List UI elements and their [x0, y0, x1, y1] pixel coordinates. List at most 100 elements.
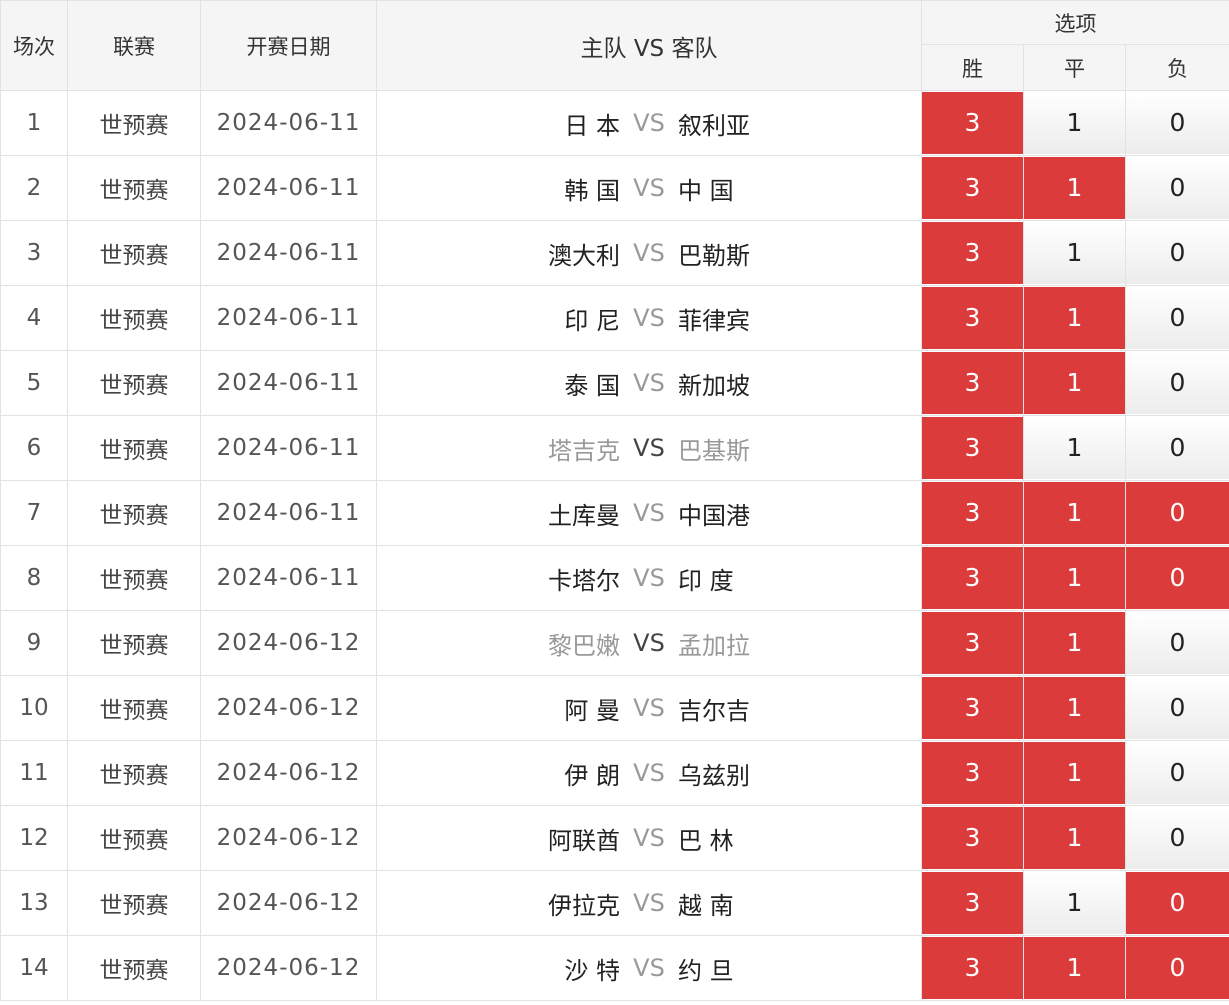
option-draw-button[interactable]: 1: [1024, 352, 1125, 414]
league-name: 世预赛: [67, 805, 201, 871]
match-cell: 土库曼 VS 中国港: [376, 480, 922, 546]
match-cell: 伊拉克 VS 越 南: [376, 870, 922, 936]
option-lose-cell: 0: [1124, 285, 1229, 351]
table-row: 3 世预赛 2024-06-11 澳大利 VS 巴勒斯 3 1 0: [0, 220, 1229, 286]
option-draw-button[interactable]: 1: [1024, 482, 1125, 544]
match-date: 2024-06-12: [200, 805, 377, 871]
option-win-button[interactable]: 3: [922, 807, 1023, 869]
option-draw-button[interactable]: 1: [1024, 872, 1125, 934]
option-win-button[interactable]: 3: [922, 937, 1023, 999]
option-win-button[interactable]: 3: [922, 612, 1023, 674]
header-round: 场次: [0, 0, 68, 91]
round-number: 7: [0, 480, 68, 546]
home-team: 阿联酋: [548, 826, 620, 855]
option-draw-cell: 1: [1023, 545, 1126, 611]
option-draw-button[interactable]: 1: [1024, 547, 1125, 609]
round-number: 6: [0, 415, 68, 481]
option-win-button[interactable]: 3: [922, 222, 1023, 284]
option-win-button[interactable]: 3: [922, 742, 1023, 804]
match-cell: 韩 国 VS 中 国: [376, 155, 922, 221]
option-lose-button[interactable]: 0: [1126, 222, 1229, 284]
option-win-button[interactable]: 3: [922, 157, 1023, 219]
option-draw-button[interactable]: 1: [1024, 157, 1125, 219]
match-date: 2024-06-11: [200, 350, 377, 416]
round-number: 14: [0, 935, 68, 1001]
option-lose-button[interactable]: 0: [1126, 872, 1229, 934]
option-draw-button[interactable]: 1: [1024, 287, 1125, 349]
option-lose-button[interactable]: 0: [1126, 417, 1229, 479]
option-lose-button[interactable]: 0: [1126, 352, 1229, 414]
option-win-cell: 3: [921, 285, 1024, 351]
option-lose-cell: 0: [1124, 155, 1229, 221]
round-number: 11: [0, 740, 68, 806]
vs-label: VS: [633, 954, 665, 982]
table-row: 6 世预赛 2024-06-11 塔吉克 VS 巴基斯 3 1 0: [0, 415, 1229, 481]
option-lose-button[interactable]: 0: [1126, 807, 1229, 869]
header-options: 选项: [920, 0, 1229, 45]
option-win-cell: 3: [921, 610, 1024, 676]
option-draw-button[interactable]: 1: [1024, 742, 1125, 804]
option-win-button[interactable]: 3: [922, 352, 1023, 414]
away-team: 约 旦: [678, 956, 734, 985]
option-win-cell: 3: [921, 545, 1024, 611]
option-draw-cell: 1: [1023, 675, 1126, 741]
match-date: 2024-06-11: [200, 285, 377, 351]
match-cell: 伊 朗 VS 乌兹别: [376, 740, 922, 806]
option-win-button[interactable]: 3: [922, 872, 1023, 934]
option-draw-button[interactable]: 1: [1024, 92, 1125, 154]
option-draw-cell: 1: [1023, 90, 1126, 156]
match-cell: 阿 曼 VS 吉尔吉: [376, 675, 922, 741]
option-draw-cell: 1: [1023, 805, 1126, 871]
option-draw-button[interactable]: 1: [1024, 807, 1125, 869]
vs-label: VS: [633, 629, 665, 657]
option-win-cell: 3: [921, 805, 1024, 871]
match-date: 2024-06-11: [200, 155, 377, 221]
table-row: 8 世预赛 2024-06-11 卡塔尔 VS 印 度 310: [0, 545, 1229, 611]
option-lose-button[interactable]: 0: [1126, 92, 1229, 154]
round-number: 2: [0, 155, 68, 221]
option-lose-button[interactable]: 0: [1126, 482, 1229, 544]
option-win-button[interactable]: 3: [922, 547, 1023, 609]
option-draw-cell: 1: [1023, 415, 1126, 481]
away-team: 新加坡: [678, 371, 750, 400]
option-lose-button[interactable]: 0: [1126, 677, 1229, 739]
league-name: 世预赛: [67, 350, 201, 416]
option-lose-button[interactable]: 0: [1126, 937, 1229, 999]
away-team: 巴基斯: [678, 436, 750, 465]
league-name: 世预赛: [67, 415, 201, 481]
option-draw-button[interactable]: 1: [1024, 417, 1125, 479]
option-draw-button[interactable]: 1: [1024, 677, 1125, 739]
option-win-cell: 3: [921, 415, 1024, 481]
option-lose-button[interactable]: 0: [1126, 547, 1229, 609]
option-win-button[interactable]: 3: [922, 677, 1023, 739]
option-draw-button[interactable]: 1: [1024, 222, 1125, 284]
away-team: 巴勒斯: [678, 241, 750, 270]
option-win-button[interactable]: 3: [922, 482, 1023, 544]
option-draw-button[interactable]: 1: [1024, 612, 1125, 674]
match-date: 2024-06-11: [200, 220, 377, 286]
option-win-button[interactable]: 3: [922, 92, 1023, 154]
option-draw-cell: 1: [1023, 220, 1126, 286]
match-teams: 阿联酋 VS 巴 林: [378, 821, 921, 856]
option-lose-cell: 0: [1124, 480, 1229, 546]
option-win-cell: 3: [921, 350, 1024, 416]
option-win-button[interactable]: 3: [922, 417, 1023, 479]
option-lose-button[interactable]: 0: [1126, 157, 1229, 219]
option-win-button[interactable]: 3: [922, 287, 1023, 349]
option-lose-button[interactable]: 0: [1126, 742, 1229, 804]
league-name: 世预赛: [67, 545, 201, 611]
option-lose-button[interactable]: 0: [1126, 287, 1229, 349]
option-win-cell: 3: [921, 220, 1024, 286]
away-team: 中国港: [678, 501, 750, 530]
away-team: 越 南: [678, 891, 734, 920]
option-draw-button[interactable]: 1: [1024, 937, 1125, 999]
vs-label: VS: [633, 239, 665, 267]
header-league: 联赛: [67, 0, 201, 91]
option-lose-button[interactable]: 0: [1126, 612, 1229, 674]
vs-label: VS: [633, 889, 665, 917]
table-row: 13 世预赛 2024-06-12 伊拉克 VS 越 南 310: [0, 870, 1229, 936]
table-row: 14 世预赛 2024-06-12 沙 特 VS 约 旦 310: [0, 935, 1229, 1001]
table-row: 1 世预赛 2024-06-11 日 本 VS 叙利亚 3 1 0: [0, 90, 1229, 156]
option-lose-cell: 0: [1124, 870, 1229, 936]
table-row: 4 世预赛 2024-06-11 印 尼 VS 菲律宾 3 1 0: [0, 285, 1229, 351]
